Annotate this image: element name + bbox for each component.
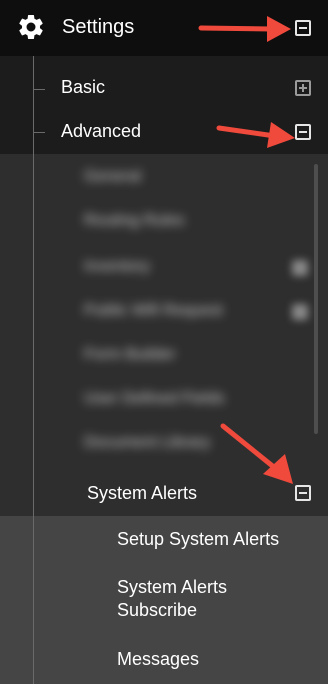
submenu-item-setup-system-alerts[interactable]: Setup System Alerts (117, 528, 279, 551)
submenu-item-messages[interactable]: Messages (117, 648, 199, 671)
arrow-annotation-icon (198, 16, 291, 42)
expand-item-icon[interactable] (292, 304, 308, 320)
advanced-item[interactable]: Public Wifi Request (84, 302, 223, 320)
tree-line (33, 56, 34, 684)
scrollbar-thumb[interactable] (314, 164, 318, 434)
gear-icon (19, 14, 43, 40)
subscribe-label-line1: System Alerts (117, 577, 228, 597)
advanced-item[interactable]: User Defined Fields (84, 390, 225, 408)
advanced-item[interactable]: Routing Rules (84, 212, 185, 230)
advanced-item[interactable]: Form Builder (84, 346, 176, 364)
advanced-item[interactable]: Inventory (84, 258, 150, 276)
advanced-item[interactable]: General (84, 168, 141, 186)
collapse-advanced-icon[interactable] (295, 124, 311, 140)
menu-item-system-alerts[interactable]: System Alerts (87, 481, 197, 505)
submenu-item-system-alerts-subscribe[interactable]: System Alerts Subscribe (117, 576, 227, 622)
arrow-annotation-icon (216, 122, 295, 148)
tree-branch (33, 89, 45, 90)
expand-item-icon[interactable] (292, 260, 308, 276)
advanced-item[interactable]: Document Library (84, 434, 210, 452)
tree-branch (33, 132, 45, 133)
subscribe-label-line2: Subscribe (117, 600, 198, 620)
collapse-system-alerts-icon[interactable] (295, 485, 311, 501)
menu-item-basic[interactable]: Basic (61, 75, 105, 99)
expand-basic-icon[interactable] (295, 80, 311, 96)
arrow-annotation-icon (220, 423, 293, 484)
collapse-settings-icon[interactable] (295, 20, 311, 36)
menu-item-advanced[interactable]: Advanced (61, 119, 141, 143)
settings-title: Settings (62, 16, 135, 38)
